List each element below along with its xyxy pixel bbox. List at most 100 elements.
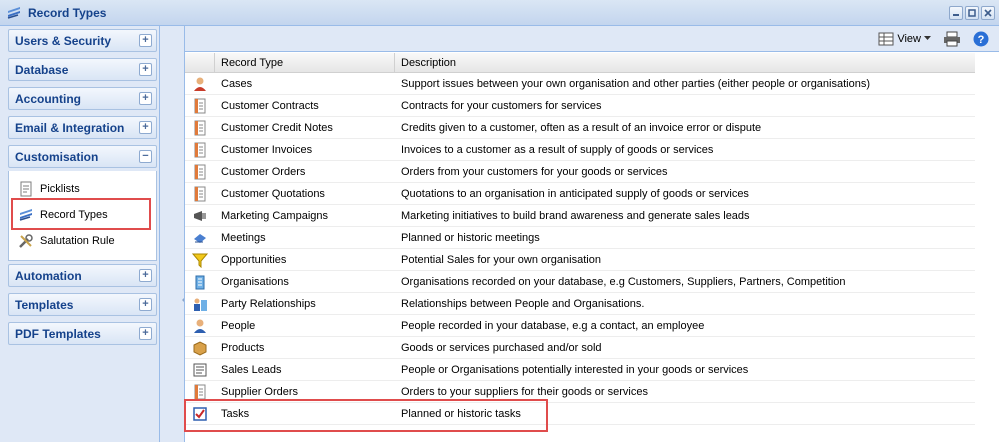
- description-cell: People or Organisations potentially inte…: [401, 363, 749, 376]
- table-row[interactable]: Organisations Organisations recorded on y…: [185, 271, 976, 293]
- table-row[interactable]: Customer Orders Orders from your customer…: [185, 161, 976, 183]
- row-icon-cell: [185, 76, 215, 92]
- print-button[interactable]: [943, 31, 961, 47]
- view-button[interactable]: View: [878, 32, 931, 46]
- row-icon-cell: [185, 362, 215, 378]
- record-type-cell: Supplier Orders: [221, 385, 299, 398]
- sidebar-item-salutation-rule[interactable]: Salutation Rule: [18, 231, 115, 251]
- expand-icon[interactable]: +: [139, 327, 152, 340]
- collapse-icon[interactable]: −: [139, 150, 152, 163]
- table-row[interactable]: Sales Leads People or Organisations poten…: [185, 359, 976, 381]
- row-icon-cell: [185, 274, 215, 290]
- row-icon-cell: [185, 296, 215, 312]
- minimize-button[interactable]: [949, 6, 963, 20]
- row-icon-cell: [185, 318, 215, 334]
- column-header-description[interactable]: Description: [395, 53, 976, 72]
- chevron-down-icon: [924, 36, 931, 40]
- description-cell: Orders to your suppliers for their goods…: [401, 385, 648, 398]
- row-icon-cell: [185, 340, 215, 356]
- record-type-cell: Meetings: [221, 231, 266, 244]
- description-cell: Organisations recorded on your database,…: [401, 275, 846, 288]
- table-row[interactable]: Customer Contracts Contracts for your cus…: [185, 95, 976, 117]
- table-row[interactable]: Customer Quotations Quotations to an orga…: [185, 183, 976, 205]
- section-label: Email & Integration: [15, 120, 125, 135]
- expand-icon[interactable]: +: [139, 269, 152, 282]
- document-icon: [194, 98, 206, 113]
- table-row[interactable]: Customer Credit Notes Credits given to a …: [185, 117, 976, 139]
- maximize-button[interactable]: [965, 6, 979, 20]
- funnel-icon: [192, 253, 208, 268]
- toolbar: View ?: [185, 26, 999, 52]
- section-pdf-templates[interactable]: PDF Templates +: [8, 322, 157, 345]
- section-automation[interactable]: Automation +: [8, 264, 157, 287]
- description-cell: Planned or historic meetings: [401, 231, 540, 244]
- description-cell: Support issues between your own organisa…: [401, 77, 871, 90]
- section-database[interactable]: Database +: [8, 58, 157, 81]
- expand-icon[interactable]: +: [139, 298, 152, 311]
- vertical-scrollbar[interactable]: [975, 53, 999, 442]
- help-button[interactable]: ?: [973, 31, 989, 47]
- row-icon-cell: [185, 164, 215, 180]
- row-icon-cell: [185, 186, 215, 202]
- record-type-cell: Sales Leads: [221, 363, 282, 376]
- table-row[interactable]: Customer Invoices Invoices to a customer …: [185, 139, 976, 161]
- description-cell: Contracts for your customers for service…: [401, 99, 602, 112]
- row-icon-cell: [185, 98, 215, 114]
- description-cell: Quotations to an organisation in anticip…: [401, 187, 749, 200]
- grid-header: Record Type Description: [185, 53, 976, 73]
- record-type-cell: Marketing Campaigns: [221, 209, 328, 222]
- section-label: PDF Templates: [15, 326, 101, 341]
- print-icon: [944, 31, 960, 46]
- section-users-security[interactable]: Users & Security +: [8, 29, 157, 52]
- person-icon: [194, 319, 206, 333]
- expand-icon[interactable]: +: [139, 92, 152, 105]
- description-cell: Orders from your customers for your good…: [401, 165, 668, 178]
- minimize-icon: [953, 14, 959, 16]
- record-type-cell: Customer Invoices: [221, 143, 313, 156]
- row-icon-cell: [185, 384, 215, 400]
- column-header-record-type[interactable]: Record Type: [215, 53, 395, 72]
- close-button[interactable]: [981, 6, 995, 20]
- document-icon: [194, 384, 206, 399]
- expand-icon[interactable]: +: [139, 121, 152, 134]
- section-label: Database: [15, 62, 69, 77]
- row-icon-cell: [185, 120, 215, 136]
- section-customisation[interactable]: Customisation −: [8, 145, 157, 168]
- description-cell: Potential Sales for your own organisatio…: [401, 253, 601, 266]
- table-row[interactable]: People People recorded in your database, …: [185, 315, 976, 337]
- sidebar-item-picklists[interactable]: Picklists: [18, 179, 80, 199]
- svg-text:?: ?: [978, 34, 985, 46]
- table-row[interactable]: Cases Support issues between your own org…: [185, 73, 976, 95]
- campaign-icon: [194, 210, 206, 221]
- close-icon: [984, 9, 992, 17]
- view-label: View: [897, 32, 921, 45]
- record-type-cell: Customer Contracts: [221, 99, 319, 112]
- document-icon: [194, 120, 206, 135]
- sidebar-splitter[interactable]: [160, 26, 186, 442]
- leads-icon: [193, 363, 207, 376]
- table-row[interactable]: Marketing Campaigns Marketing initiatives…: [185, 205, 976, 227]
- document-icon: [194, 186, 206, 201]
- description-cell: Credits given to a customer, often as a …: [401, 121, 762, 134]
- icon-column-header: [185, 53, 215, 72]
- table-row[interactable]: Products Goods or services purchased and/…: [185, 337, 976, 359]
- window-titlebar: Record Types: [0, 0, 999, 26]
- building-icon: [195, 275, 205, 289]
- section-templates[interactable]: Templates +: [8, 293, 157, 316]
- record-type-cell: People: [221, 319, 256, 332]
- expand-icon[interactable]: +: [139, 63, 152, 76]
- record-type-cell: Customer Orders: [221, 165, 306, 178]
- sidebar-item-label: Salutation Rule: [40, 235, 115, 247]
- description-cell: People recorded in your database, e.g a …: [401, 319, 705, 332]
- table-row[interactable]: Meetings Planned or historic meetings: [185, 227, 976, 249]
- section-accounting[interactable]: Accounting +: [8, 87, 157, 110]
- view-icon: [878, 32, 894, 45]
- record-type-cell: Customer Credit Notes: [221, 121, 333, 134]
- table-row[interactable]: Opportunities Potential Sales for your ow…: [185, 249, 976, 271]
- expand-icon[interactable]: +: [139, 34, 152, 47]
- tools-icon: [19, 234, 33, 248]
- row-icon-cell: [185, 208, 215, 224]
- table-row[interactable]: Party Relationships Relationships between…: [185, 293, 976, 315]
- record-type-cell: Opportunities: [221, 253, 287, 266]
- section-email-integration[interactable]: Email & Integration +: [8, 116, 157, 139]
